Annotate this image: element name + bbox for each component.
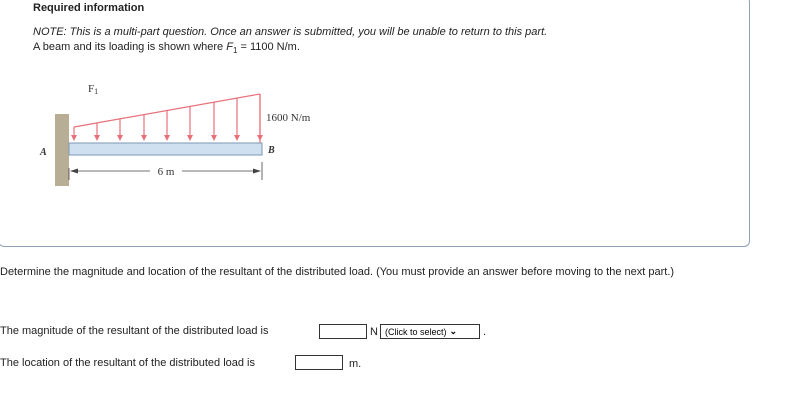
- sentence-period: .: [483, 326, 487, 338]
- dimension-arrow-right: [253, 168, 261, 174]
- load-arrowhead: [141, 135, 147, 141]
- beam: [68, 142, 263, 156]
- load-arrowhead: [257, 135, 263, 141]
- length-label: 6 m: [158, 166, 175, 178]
- load-magnitude-label: 1600 N/m: [266, 112, 311, 124]
- location-label: The location of the resultant of the dis…: [0, 357, 255, 369]
- load-arrowhead: [164, 135, 170, 141]
- load-arrowhead: [117, 135, 123, 141]
- direction-select[interactable]: (Click to select) ⌄: [380, 324, 480, 339]
- magnitude-unit: N: [370, 326, 378, 338]
- beam-figure: 6 m F1 1600 N/m A B: [39, 83, 311, 186]
- point-a-label: A: [39, 147, 47, 158]
- location-answer-input[interactable]: [295, 355, 343, 370]
- f1-label: F1: [88, 83, 98, 96]
- load-arrows: [71, 94, 263, 141]
- load-arrowhead: [187, 135, 193, 141]
- question-prompt: Determine the magnitude and location of …: [0, 266, 675, 278]
- location-unit: m.: [349, 358, 362, 370]
- chevron-down-icon: ⌄: [449, 326, 458, 336]
- point-b-label: B: [267, 145, 275, 156]
- load-arrowhead: [94, 135, 100, 141]
- magnitude-answer-input[interactable]: [319, 324, 367, 339]
- direction-select-value: (Click to select): [385, 326, 447, 337]
- dimension-arrow-left: [70, 168, 78, 174]
- load-arrowhead: [234, 135, 240, 141]
- f1-label-sub: 1: [94, 87, 98, 96]
- wall-support: [55, 114, 69, 186]
- load-arrowhead: [71, 135, 77, 141]
- magnitude-label: The magnitude of the resultant of the di…: [0, 325, 269, 337]
- load-arrowhead: [211, 135, 217, 141]
